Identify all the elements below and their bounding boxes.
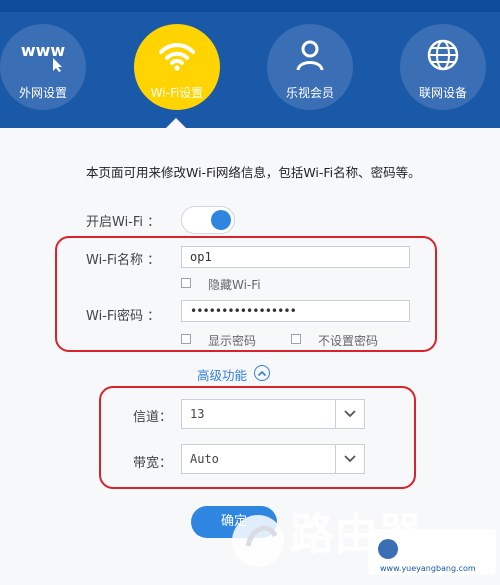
- show-password-checkbox[interactable]: [181, 334, 191, 344]
- watermark-site: www.yueyangbang.com: [380, 564, 476, 573]
- chevron-down-icon[interactable]: [335, 445, 364, 473]
- wifi-name-label: Wi-Fi名称 ：: [86, 253, 161, 268]
- toggle-knob: [211, 210, 231, 230]
- bandwidth-label: 带宽：: [133, 456, 173, 471]
- wifi-name-input[interactable]: op1: [181, 246, 410, 268]
- bandwidth-value: Auto: [190, 452, 219, 466]
- channel-label: 信道：: [133, 410, 173, 425]
- wifi-password-label: Wi-Fi密码 ：: [86, 309, 161, 324]
- no-password-checkbox[interactable]: [291, 334, 301, 344]
- hide-wifi-label: 隐藏Wi-Fi: [208, 278, 261, 292]
- wifi-password-input[interactable]: •••••••••••••••••: [181, 300, 410, 322]
- no-password-label: 不设置密码: [318, 334, 379, 348]
- svg-text:www: www: [21, 41, 66, 60]
- globe-icon: [400, 38, 486, 72]
- channel-value: 13: [190, 407, 205, 421]
- top-nav-bar: www 外网设置 Wi-Fi设置 乐视会员 联网设备: [0, 0, 500, 128]
- bandwidth-select[interactable]: Auto: [181, 444, 365, 474]
- nav-item-membership[interactable]: 乐视会员: [267, 24, 353, 110]
- advanced-toggle-label[interactable]: 高级功能: [197, 365, 247, 384]
- active-tab-caret: [166, 118, 186, 128]
- chevron-down-icon[interactable]: [335, 400, 364, 428]
- watermark: 路由器 www.yueyangbang.com: [230, 491, 500, 581]
- show-password-label: 显示密码: [208, 334, 257, 348]
- page-description: 本页面可用来修改Wi-Fi网络信息，包括Wi-Fi名称、密码等。: [86, 165, 421, 180]
- www-icon: www: [0, 38, 86, 72]
- nav-item-devices[interactable]: 联网设备: [400, 24, 486, 110]
- wifi-toggle[interactable]: [181, 206, 235, 234]
- wifi-icon: [134, 38, 220, 72]
- hide-wifi-checkbox[interactable]: [181, 278, 191, 288]
- nav-label-wifi: Wi-Fi设置: [150, 86, 204, 100]
- top-stripe: [0, 0, 500, 12]
- nav-label-membership: 乐视会员: [285, 86, 334, 100]
- nav-item-wifi[interactable]: Wi-Fi设置: [134, 24, 220, 110]
- nav-label-devices: 联网设备: [418, 86, 467, 100]
- nav-item-wan[interactable]: www 外网设置: [0, 24, 86, 110]
- chevron-up-icon[interactable]: [254, 365, 270, 381]
- user-icon: [267, 38, 353, 72]
- wifi-toggle-label: 开启Wi-Fi ：: [86, 215, 161, 230]
- nav-label-wan: 外网设置: [18, 86, 67, 100]
- channel-select[interactable]: 13: [181, 399, 365, 429]
